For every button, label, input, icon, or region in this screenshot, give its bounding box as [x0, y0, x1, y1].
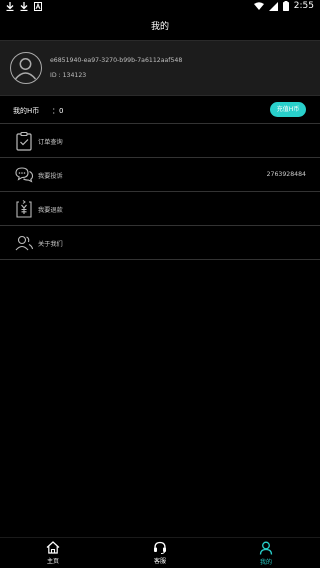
app-notification-icon [34, 2, 42, 11]
refund-yen-icon [16, 200, 32, 218]
nav-tab-home[interactable]: 主页 [33, 541, 73, 568]
complaint-contact-number: 2763928484 [266, 171, 306, 178]
avatar-placeholder-icon [14, 58, 37, 80]
status-bar: 2:55 [0, 0, 320, 14]
profile-card[interactable]: e6851940-ea97-3270-b99b-7a6112aaf548 ID … [0, 40, 320, 96]
menu-item-label: 关于我们 [38, 241, 63, 248]
person-icon [259, 541, 273, 555]
menu-item-about-us[interactable]: 关于我们 [0, 226, 320, 260]
bottom-navigation: 主页 客服 我的 [0, 537, 320, 568]
user-id: ID : 134123 [50, 72, 87, 79]
avatar[interactable] [10, 52, 42, 84]
nav-tab-customer-service[interactable]: 客服 [140, 541, 180, 568]
home-icon [46, 541, 60, 554]
users-icon [15, 235, 34, 251]
menu-item-refund[interactable]: 我要退款 [0, 192, 320, 226]
wifi-icon [253, 2, 264, 10]
coins-balance: ：0 [52, 107, 64, 115]
menu-item-order-query[interactable]: 订单查询 [0, 124, 320, 158]
clipboard-check-icon [16, 131, 32, 151]
nav-tab-mine[interactable]: 我的 [246, 541, 286, 568]
menu-item-label: 订单查询 [38, 139, 63, 146]
coins-row: 我的H币 ：0 充值H币 [0, 98, 320, 124]
clock-time: 2:55 [293, 1, 314, 11]
menu-item-label: 我要投诉 [38, 173, 63, 180]
download-icon [20, 2, 28, 11]
coins-label: 我的H币 [13, 107, 40, 115]
notification-icons [6, 2, 42, 11]
user-uuid: e6851940-ea97-3270-b99b-7a6112aaf548 [50, 57, 183, 64]
headset-icon [154, 541, 166, 554]
battery-icon [282, 1, 289, 11]
nav-label: 主页 [46, 558, 59, 565]
menu-item-label: 我要退款 [38, 207, 63, 214]
signal-icon [268, 1, 278, 11]
menu-item-complaint[interactable]: 我要投诉 2763928484 [0, 158, 320, 192]
download-icon [6, 2, 14, 11]
page-header: 我的 [0, 14, 320, 40]
system-status: 2:55 [253, 1, 314, 11]
chat-bubbles-icon [15, 167, 34, 183]
recharge-button[interactable]: 充值H币 [270, 102, 306, 117]
nav-label: 客服 [153, 558, 166, 565]
page-title: 我的 [150, 22, 169, 32]
nav-label: 我的 [259, 559, 272, 566]
